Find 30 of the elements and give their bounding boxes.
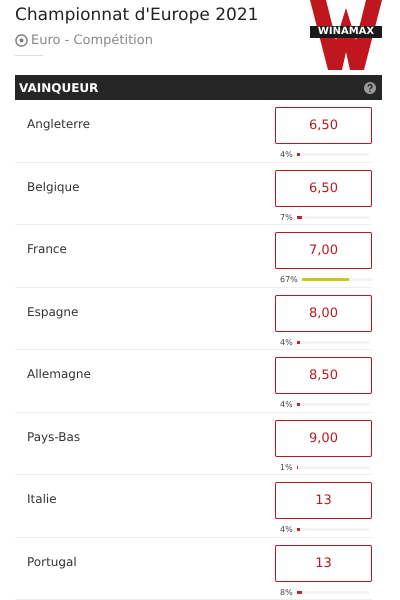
team-name: Angleterre (27, 117, 90, 132)
football-icon (15, 34, 28, 47)
odds-button[interactable]: 7,00 (275, 232, 372, 270)
bet-percentage: 4% (280, 525, 293, 534)
competition-label: Euro - Compétition (31, 33, 153, 48)
team-name: Portugal (27, 554, 77, 569)
bet-percentage: 1% (280, 462, 293, 472)
odds-button[interactable]: 8,50 (275, 357, 372, 394)
team-name: Espagne (27, 304, 78, 319)
help-icon[interactable] (364, 82, 376, 94)
odds-button[interactable]: 8,00 (275, 294, 372, 332)
bet-percentage: 67% (280, 275, 298, 284)
team-name: France (27, 242, 67, 256)
odds-button[interactable]: 13 (275, 544, 372, 582)
bet-percentage: 7% (280, 212, 293, 222)
team-name: Italie (27, 492, 57, 506)
bet-percentage: 4% (280, 400, 293, 410)
odds-button[interactable]: 6,50 (275, 107, 372, 144)
odds-button[interactable]: 9,00 (275, 420, 372, 457)
odds-button[interactable]: 6,50 (275, 170, 372, 207)
logo-text: WINAMAX (310, 26, 382, 38)
bet-percentage: 4% (280, 338, 293, 347)
bet-percentage: 8% (280, 588, 293, 597)
odds-button[interactable]: 13 (275, 482, 372, 520)
page-title: Championnat d'Europe 2021 (15, 5, 258, 25)
team-name: Allemagne (27, 367, 91, 382)
team-name: Pays-Bas (27, 430, 80, 444)
bet-percentage: 4% (280, 150, 293, 160)
section-title: VAINQUEUR (19, 80, 98, 95)
team-name: Belgique (27, 180, 80, 194)
